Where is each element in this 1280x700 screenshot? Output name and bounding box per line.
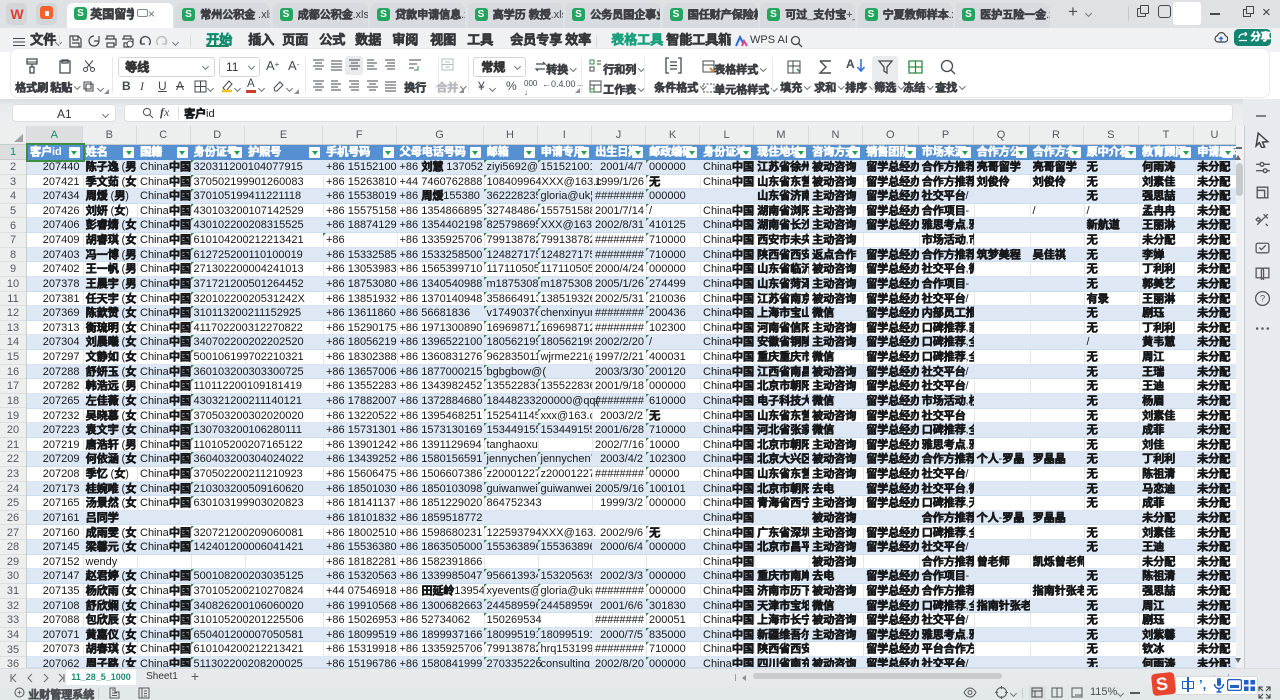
svg-text:?: ? [1260,294,1265,305]
